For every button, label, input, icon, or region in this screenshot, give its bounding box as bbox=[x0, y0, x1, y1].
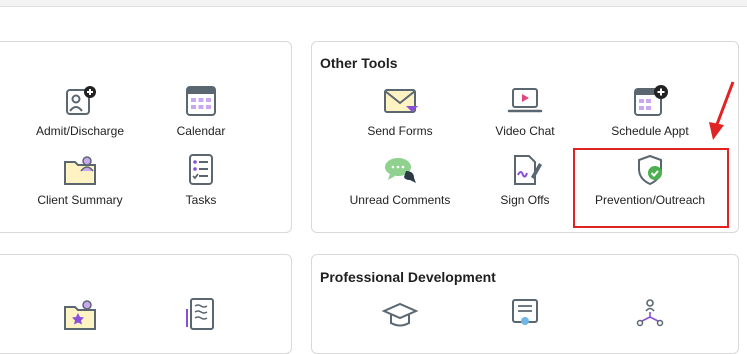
calendar-icon bbox=[186, 86, 216, 116]
envelope-icon bbox=[384, 89, 418, 113]
client-summary-icon bbox=[64, 156, 96, 185]
video-chat-label: Video Chat bbox=[495, 124, 555, 138]
send-forms-tile[interactable]: Send Forms bbox=[345, 84, 455, 138]
admit-discharge-icon bbox=[66, 86, 96, 115]
notes-tile[interactable] bbox=[146, 297, 256, 331]
notes-icon bbox=[186, 298, 214, 330]
video-chat-icon bbox=[507, 88, 543, 113]
sign-offs-tile[interactable]: Sign Offs bbox=[470, 153, 580, 207]
video-chat-tile[interactable]: Video Chat bbox=[470, 84, 580, 138]
top-bar bbox=[0, 0, 747, 7]
tasks-icon bbox=[189, 154, 213, 185]
graduation-cap-tile[interactable] bbox=[345, 299, 455, 333]
certificate-tile[interactable] bbox=[470, 297, 580, 331]
calendar-label: Calendar bbox=[176, 124, 226, 138]
highlight-box bbox=[573, 148, 729, 228]
admit-discharge-tile[interactable]: Admit/Discharge bbox=[25, 84, 135, 138]
schedule-appt-label: Schedule Appt bbox=[611, 124, 689, 138]
sign-offs-label: Sign Offs bbox=[500, 193, 550, 207]
org-chart-icon bbox=[636, 299, 664, 327]
org-chart-tile[interactable] bbox=[595, 297, 705, 331]
tasks-label: Tasks bbox=[185, 193, 217, 207]
graduation-cap-icon bbox=[381, 302, 419, 327]
other-tools-title: Other Tools bbox=[320, 55, 398, 71]
professional-development-title: Professional Development bbox=[320, 269, 496, 285]
calendar-tile[interactable]: Calendar bbox=[146, 84, 256, 138]
folder-star-tile[interactable] bbox=[25, 297, 135, 331]
client-summary-tile[interactable]: Client Summary bbox=[25, 153, 135, 207]
unread-comments-label: Unread Comments bbox=[349, 193, 451, 207]
admit-discharge-label: Admit/Discharge bbox=[35, 124, 125, 138]
send-forms-label: Send Forms bbox=[367, 124, 433, 138]
unread-comments-tile[interactable]: Unread Comments bbox=[345, 153, 455, 207]
comments-icon bbox=[385, 158, 416, 183]
folder-star-icon bbox=[64, 300, 96, 330]
certificate-icon bbox=[512, 299, 538, 325]
sign-offs-icon bbox=[514, 155, 542, 185]
red-arrow-icon bbox=[709, 81, 735, 140]
schedule-appt-tile[interactable]: Schedule Appt bbox=[595, 84, 705, 138]
tasks-tile[interactable]: Tasks bbox=[146, 153, 256, 207]
client-summary-label: Client Summary bbox=[37, 193, 123, 207]
schedule-appt-icon bbox=[634, 85, 668, 116]
